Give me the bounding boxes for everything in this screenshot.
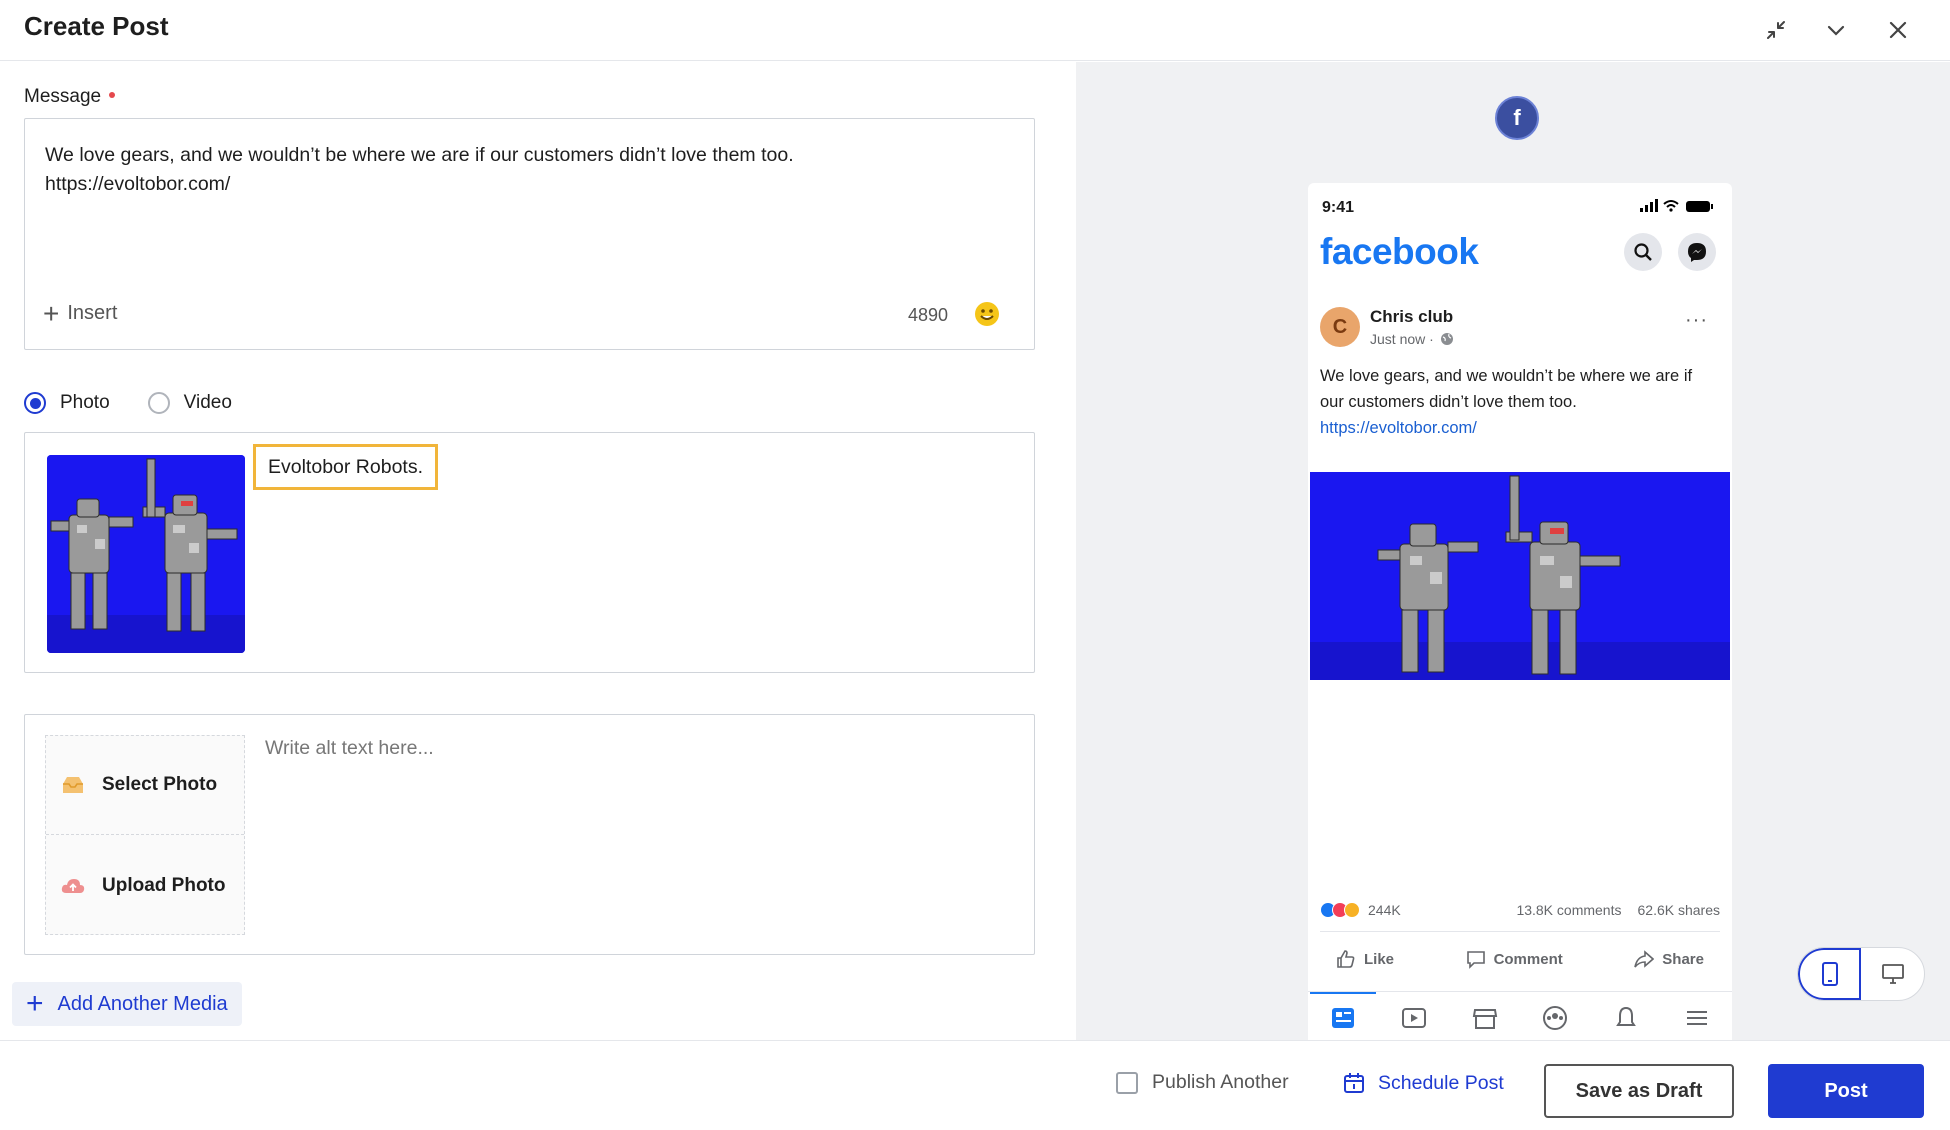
comments-count: 13.8K comments [1516, 902, 1622, 918]
message-label-text: Message [24, 86, 102, 107]
marketplace-icon[interactable] [1471, 1004, 1499, 1032]
media-type-selector: Photo Video [24, 392, 270, 414]
upload-photo-button[interactable]: Upload Photo [46, 836, 244, 935]
more-options-icon[interactable]: ··· [1685, 309, 1708, 332]
modal-footer: Publish Another Schedule Post Save as Dr… [0, 1040, 1950, 1130]
messenger-icon[interactable] [1678, 233, 1716, 271]
save-as-draft-button[interactable]: Save as Draft [1544, 1064, 1734, 1118]
alt-text-section: Select Photo Upload Photo [24, 714, 1035, 955]
message-text[interactable]: We love gears, and we wouldn’t be where … [45, 141, 1014, 199]
add-another-media-button[interactable]: + Add Another Media [12, 982, 242, 1026]
thumbs-up-icon [1337, 950, 1355, 968]
mobile-view-button[interactable] [1798, 948, 1862, 1000]
schedule-post-label: Schedule Post [1378, 1071, 1504, 1094]
shares-count: 62.6K shares [1637, 902, 1721, 918]
phone-status-bar: 9:41 [1308, 183, 1732, 223]
publish-another-label: Publish Another [1152, 1071, 1289, 1093]
comment-icon [1466, 951, 1485, 969]
insert-button[interactable]: + Insert [43, 297, 118, 329]
facebook-tab-bar [1308, 991, 1732, 1040]
facebook-icon[interactable]: f [1495, 96, 1539, 140]
share-icon [1634, 950, 1655, 968]
menu-icon[interactable] [1683, 1004, 1711, 1032]
share-button[interactable]: Share [1618, 949, 1720, 969]
like-label: Like [1364, 950, 1395, 968]
robot-photo-thumbnail[interactable] [47, 455, 245, 653]
post-timestamp: Just now · [1370, 331, 1454, 347]
facebook-logo: facebook [1320, 231, 1479, 272]
photo-radio[interactable] [24, 392, 46, 414]
select-photo-button[interactable]: Select Photo [46, 736, 244, 835]
video-radio[interactable] [147, 392, 170, 414]
news-feed-icon[interactable] [1329, 1004, 1357, 1032]
checkbox[interactable] [1116, 1071, 1138, 1094]
preview-pane: f 9:41 facebook C Chris club Just now · … [1076, 62, 1950, 1040]
emoji-icon[interactable] [973, 300, 1001, 328]
status-icons [1640, 199, 1713, 212]
post-link[interactable]: https://evoltobor.com/ [1320, 419, 1477, 437]
alt-text-input[interactable] [265, 737, 1005, 927]
page-title: Create Post [24, 11, 169, 41]
reaction-summary: 244K 13.8K comments 62.6K shares [1320, 898, 1720, 922]
video-icon[interactable] [1400, 1004, 1428, 1032]
comment-button[interactable]: Comment [1450, 949, 1579, 969]
avatar[interactable]: C [1320, 307, 1360, 347]
close-icon[interactable] [1880, 12, 1916, 48]
photo-option-label: Photo [60, 392, 110, 413]
publish-another-checkbox[interactable]: Publish Another [1116, 1071, 1289, 1094]
post-header: C Chris club Just now · ··· [1320, 303, 1720, 353]
plus-icon: + [26, 987, 44, 1020]
add-media-label: Add Another Media [57, 992, 228, 1015]
inbox-icon [63, 777, 83, 793]
comment-label: Comment [1493, 950, 1563, 968]
schedule-post-button[interactable]: Schedule Post [1342, 1071, 1504, 1095]
upload-photo-label: Upload Photo [102, 874, 226, 896]
engagement-counts: 13.8K comments 62.6K shares [1516, 902, 1720, 918]
post-body: We love gears, and we wouldn’t be where … [1320, 363, 1720, 441]
globe-icon [1440, 333, 1453, 345]
post-time-text: Just now · [1370, 331, 1434, 347]
plus-icon: + [43, 297, 60, 329]
required-indicator [109, 91, 116, 98]
photo-option[interactable]: Photo [24, 392, 110, 414]
insert-label: Insert [67, 302, 118, 324]
post-image[interactable] [1310, 472, 1730, 680]
device-toggle [1797, 947, 1925, 1001]
character-count: 4890 [908, 305, 949, 325]
select-photo-label: Select Photo [102, 774, 218, 795]
calendar-icon [1344, 1073, 1364, 1093]
post-text: We love gears, and we wouldn’t be where … [1320, 367, 1693, 411]
notifications-icon[interactable] [1612, 1004, 1640, 1032]
page-name[interactable]: Chris club [1370, 307, 1453, 327]
divider [1320, 931, 1720, 932]
groups-icon[interactable] [1541, 1004, 1569, 1032]
like-button[interactable]: Like [1320, 949, 1410, 969]
reaction-icons [1320, 902, 1360, 918]
media-caption[interactable]: Evoltobor Robots. [253, 444, 439, 490]
video-option-label: Video [183, 392, 232, 413]
status-time: 9:41 [1322, 199, 1355, 216]
message-editor[interactable]: We love gears, and we wouldn’t be where … [24, 118, 1035, 350]
post-actions: Like Comment Share [1320, 939, 1720, 979]
search-icon[interactable] [1624, 233, 1662, 271]
facebook-mobile-preview: 9:41 facebook C Chris club Just now · ··… [1308, 183, 1732, 1040]
message-label: Message [24, 86, 116, 108]
modal-header: Create Post [0, 0, 1950, 61]
minimize-icon[interactable] [1758, 12, 1794, 48]
media-attachment: Evoltobor Robots. [24, 432, 1035, 673]
desktop-view-button[interactable] [1861, 948, 1924, 1000]
share-label: Share [1662, 950, 1704, 968]
photo-picker: Select Photo Upload Photo [45, 735, 245, 935]
chevron-down-icon[interactable] [1818, 12, 1854, 48]
post-button[interactable]: Post [1768, 1064, 1924, 1118]
mobile-icon [1821, 962, 1838, 986]
editor-pane: Message We love gears, and we wouldn’t b… [0, 62, 1075, 1040]
haha-reaction-icon [1344, 902, 1360, 918]
video-option[interactable]: Video [147, 392, 232, 414]
cloud-upload-icon [61, 878, 85, 893]
reactions-count: 244K [1368, 902, 1401, 918]
desktop-icon [1881, 964, 1904, 984]
